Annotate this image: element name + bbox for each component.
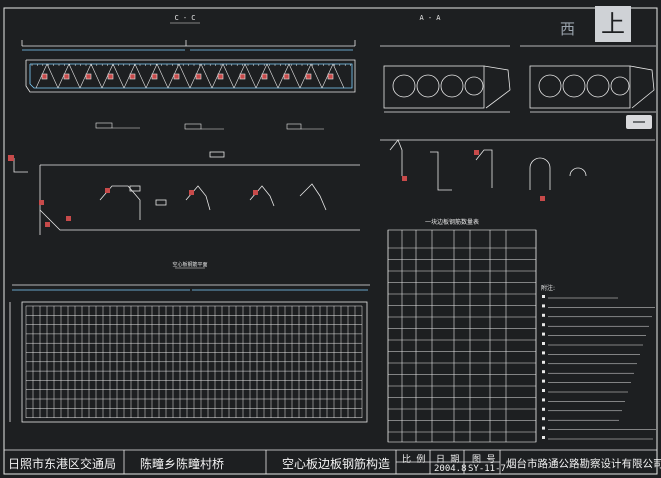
plan-title: 空心板钢筋平面 <box>172 261 207 268</box>
stirrup-marker <box>327 73 334 80</box>
notes-heading: 附注: <box>541 284 555 292</box>
stirrup-marker <box>41 73 48 80</box>
title-designer: 烟台市路通公路勘察设计有限公司 <box>506 458 661 470</box>
table-title: 一块边板钢筋数量表 <box>425 218 479 226</box>
stirrup-marker <box>217 73 224 80</box>
watermark-text: 西 <box>560 20 576 38</box>
stirrup-marker <box>283 73 290 80</box>
sheet-number: SY-11-7 <box>468 464 506 474</box>
stirrup-marker <box>173 73 180 80</box>
stirrup-marker <box>239 73 246 80</box>
stirrup-marker <box>107 73 114 80</box>
stirrup-marker <box>261 73 268 80</box>
stirrup-marker <box>305 73 312 80</box>
title-drawing: 空心板边板钢筋构造 <box>282 457 391 471</box>
stirrup-marker <box>151 73 158 80</box>
section-aa-title: A - A <box>419 14 441 22</box>
drawing-sheet: C - C 空心板钢筋平面 A - A 一块边板钢筋数量表 附注: <box>0 0 661 478</box>
watermark-logo: 西 上 <box>532 2 658 48</box>
section-cc-title: C - C <box>174 14 195 22</box>
title-client: 日照市东港区交通局 <box>8 457 117 471</box>
minimize-button[interactable] <box>626 115 652 129</box>
stirrup-marker <box>195 73 202 80</box>
date-value: 2004.8 <box>434 464 467 474</box>
stirrup-marker <box>85 73 92 80</box>
minus-icon <box>633 121 645 123</box>
scale-label: 比 例 <box>402 455 426 465</box>
stirrup-marker <box>129 73 136 80</box>
watermark-box: 上 <box>595 6 631 42</box>
stirrup-marker <box>63 73 70 80</box>
title-project: 陈疃乡陈疃村桥 <box>140 457 225 471</box>
